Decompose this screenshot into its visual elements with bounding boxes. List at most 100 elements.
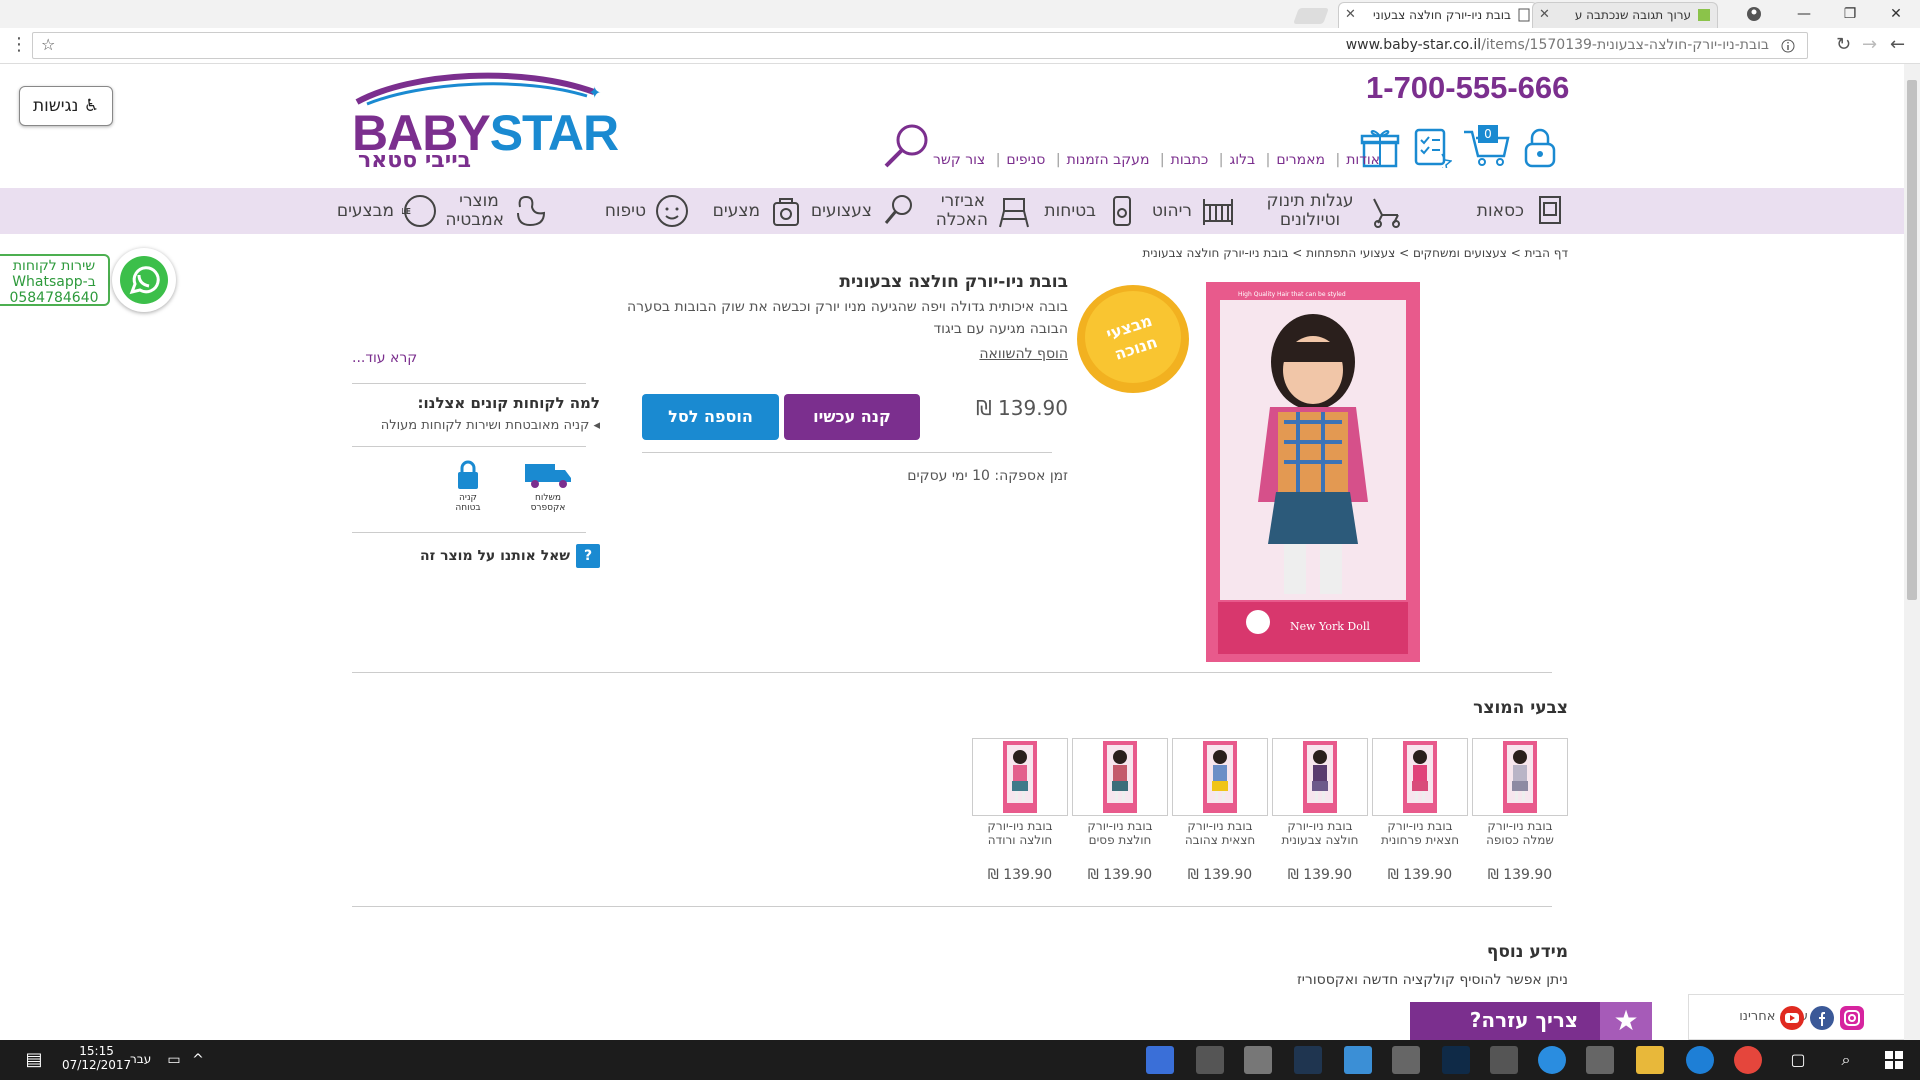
scrollbar[interactable] <box>1904 64 1920 1040</box>
instagram-icon[interactable] <box>1840 1006 1864 1030</box>
box-label: New York Doll <box>1290 620 1370 633</box>
site-logo[interactable]: ✦ BABYSTAR בייבי סטאר <box>352 70 619 178</box>
link-branches[interactable]: סניפים <box>1006 152 1045 168</box>
edge-icon[interactable] <box>1686 1046 1714 1074</box>
whatsapp-widget[interactable]: שירות לקוחות ב-Whatsapp 0584784640 <box>0 248 176 312</box>
browser-tab[interactable]: ערוך תגובה שנכתבה ע ✕ <box>1532 2 1718 28</box>
breadcrumb-toys[interactable]: צעצועים ומשחקים <box>1413 246 1507 260</box>
variant-name[interactable]: בובת ניו-יורק שמלה כסופה <box>1472 819 1568 849</box>
app-icon-2[interactable] <box>1244 1046 1272 1074</box>
variant-name[interactable]: בובת ניו-יורק חולצת פסים <box>1072 819 1168 849</box>
restore-icon[interactable]: ❐ <box>1828 0 1872 28</box>
whatsapp-icon[interactable] <box>112 248 176 312</box>
ask-about-product[interactable]: ? שאל אותנו על מוצר זה <box>420 544 600 568</box>
info-icon[interactable] <box>1781 39 1795 53</box>
app-icon-1[interactable] <box>1146 1046 1174 1074</box>
variant-item[interactable]: בובת ניו-יורק חצאית צהובה 139.90 ₪ <box>1172 738 1268 883</box>
link-order-tracking[interactable]: מעקב הזמנות <box>1067 152 1150 168</box>
link-posts[interactable]: כתבות <box>1171 152 1209 168</box>
add-to-cart-button[interactable]: הוספה לסל <box>642 394 779 440</box>
close-tab-icon[interactable]: ✕ <box>1539 3 1550 27</box>
tray-expand-icon[interactable]: ^ <box>184 1046 212 1074</box>
breadcrumb-development[interactable]: צעצועי התפתחות <box>1306 246 1395 260</box>
nav-item-care[interactable]: טיפוח <box>605 188 690 234</box>
nav-item-bedding[interactable]: מצעים <box>713 188 804 234</box>
need-help-button[interactable]: ★ צריך עזרה? <box>1410 1002 1652 1040</box>
link-articles[interactable]: מאמרים <box>1276 152 1325 168</box>
product-image[interactable]: New York Doll High Quality Hair that can… <box>1198 282 1428 662</box>
language-indicator[interactable]: עבר <box>130 1052 151 1066</box>
variant-item[interactable]: בובת ניו-יורק חולצה צבעונית 139.90 ₪ <box>1272 738 1368 883</box>
variant-image[interactable] <box>972 738 1068 816</box>
nav-item-safety[interactable]: בטיחות <box>1044 188 1140 234</box>
nav-item-feeding[interactable]: אביזרי האכלה <box>936 188 1032 234</box>
nav-item-strollers[interactable]: עגלות תינוק וטיולונים <box>1260 188 1404 234</box>
variant-image[interactable] <box>1072 738 1168 816</box>
bookmark-star-icon[interactable]: ☆ <box>41 35 55 54</box>
variant-name[interactable]: בובת ניו-יורק חולצה ורודה <box>972 819 1068 849</box>
add-to-compare-link[interactable]: הוסף להשוואה <box>979 346 1068 362</box>
photoshop-icon[interactable] <box>1442 1046 1470 1074</box>
wishlist-icon[interactable] <box>1412 126 1452 168</box>
youtube-icon[interactable] <box>1780 1006 1804 1030</box>
close-tab-icon[interactable]: ✕ <box>1345 3 1356 27</box>
variant-image[interactable] <box>1372 738 1468 816</box>
link-blog[interactable]: בלוג <box>1230 152 1256 168</box>
new-tab-button[interactable] <box>1293 8 1329 24</box>
notifications-icon[interactable]: ▤ <box>20 1046 48 1074</box>
app-icon-3[interactable] <box>1344 1046 1372 1074</box>
close-window-icon[interactable]: ✕ <box>1874 0 1918 28</box>
app-icon-4[interactable] <box>1538 1046 1566 1074</box>
menu-icon[interactable]: ⋮ <box>10 34 28 55</box>
variant-item[interactable]: בובת ניו-יורק שמלה כסופה 139.90 ₪ <box>1472 738 1568 883</box>
buy-now-button[interactable]: קנה עכשיו <box>784 394 920 440</box>
nav-item-furniture[interactable]: ריהוט <box>1152 188 1236 234</box>
secure-purchase-feature: קניה בטוחה <box>438 460 498 513</box>
search-icon[interactable] <box>880 122 932 172</box>
file-explorer-icon[interactable] <box>1636 1046 1664 1074</box>
variant-item[interactable]: בובת ניו-יורק חולצת פסים 139.90 ₪ <box>1072 738 1168 883</box>
phone-number[interactable]: 1-700-555-666 <box>1366 70 1569 106</box>
clock[interactable]: 15:15 07/12/2017 <box>62 1044 131 1072</box>
profile-icon[interactable] <box>1746 6 1762 22</box>
variant-image[interactable] <box>1472 738 1568 816</box>
task-view-icon[interactable]: ▢ <box>1784 1046 1812 1074</box>
variant-name[interactable]: בובת ניו-יורק חולצה צבעונית <box>1272 819 1368 849</box>
link-contact[interactable]: צור קשר <box>933 152 985 168</box>
reload-icon[interactable]: ↻ <box>1836 34 1851 55</box>
monitor-icon <box>1113 196 1131 226</box>
variant-image[interactable] <box>1172 738 1268 816</box>
minimize-icon[interactable]: — <box>1782 0 1826 28</box>
store-icon[interactable] <box>1586 1046 1614 1074</box>
browser-tab-active[interactable]: בובת ניו-יורק חולצה צבעוני ✕ <box>1338 2 1538 28</box>
chrome-icon[interactable] <box>1734 1046 1762 1074</box>
facebook-icon[interactable] <box>1810 1006 1834 1030</box>
breadcrumb-home[interactable]: דף הבית <box>1525 246 1568 260</box>
variant-price: 139.90 ₪ <box>1087 867 1153 883</box>
read-more-link[interactable]: קרא עוד... <box>352 350 417 366</box>
mail-icon[interactable] <box>1490 1046 1518 1074</box>
calculator-icon[interactable] <box>1196 1046 1224 1074</box>
nav-item-bath[interactable]: מוצרי אמבטיה <box>445 188 548 234</box>
photos-icon[interactable] <box>1392 1046 1420 1074</box>
nav-item-seats[interactable]: כסאות <box>1477 188 1568 234</box>
forward-icon[interactable]: → <box>1862 34 1877 55</box>
delivery-time: זמן אספקה: 10 ימי עסקים <box>907 468 1068 484</box>
variant-item[interactable]: בובת ניו-יורק חולצה ורודה 139.90 ₪ <box>972 738 1068 883</box>
breadcrumb-current: בובת ניו-יורק חולצה צבעונית <box>1142 246 1289 260</box>
variant-image[interactable] <box>1272 738 1368 816</box>
start-icon[interactable] <box>1880 1046 1908 1074</box>
lightroom-icon[interactable] <box>1294 1046 1322 1074</box>
lock-icon[interactable] <box>1520 126 1560 168</box>
variant-name[interactable]: בובת ניו-יורק חצאית פרחונית <box>1372 819 1468 849</box>
back-icon[interactable]: ← <box>1890 34 1905 55</box>
scrollbar-thumb[interactable] <box>1907 80 1917 600</box>
link-about[interactable]: אודות <box>1346 152 1380 168</box>
nav-item-sales[interactable]: SALE מבצעים <box>337 188 438 234</box>
address-bar[interactable]: ☆ www.baby-star.co.il/items/1570139-בובת… <box>32 32 1808 59</box>
variant-name[interactable]: בובת ניו-יורק חצאית צהובה <box>1172 819 1268 849</box>
search-taskbar-icon[interactable]: ⌕ <box>1832 1046 1860 1074</box>
variant-item[interactable]: בובת ניו-יורק חצאית פרחונית 139.90 ₪ <box>1372 738 1468 883</box>
accessibility-button[interactable]: ♿ נגישות <box>19 86 113 126</box>
nav-item-toys[interactable]: צעצועים <box>811 188 916 234</box>
